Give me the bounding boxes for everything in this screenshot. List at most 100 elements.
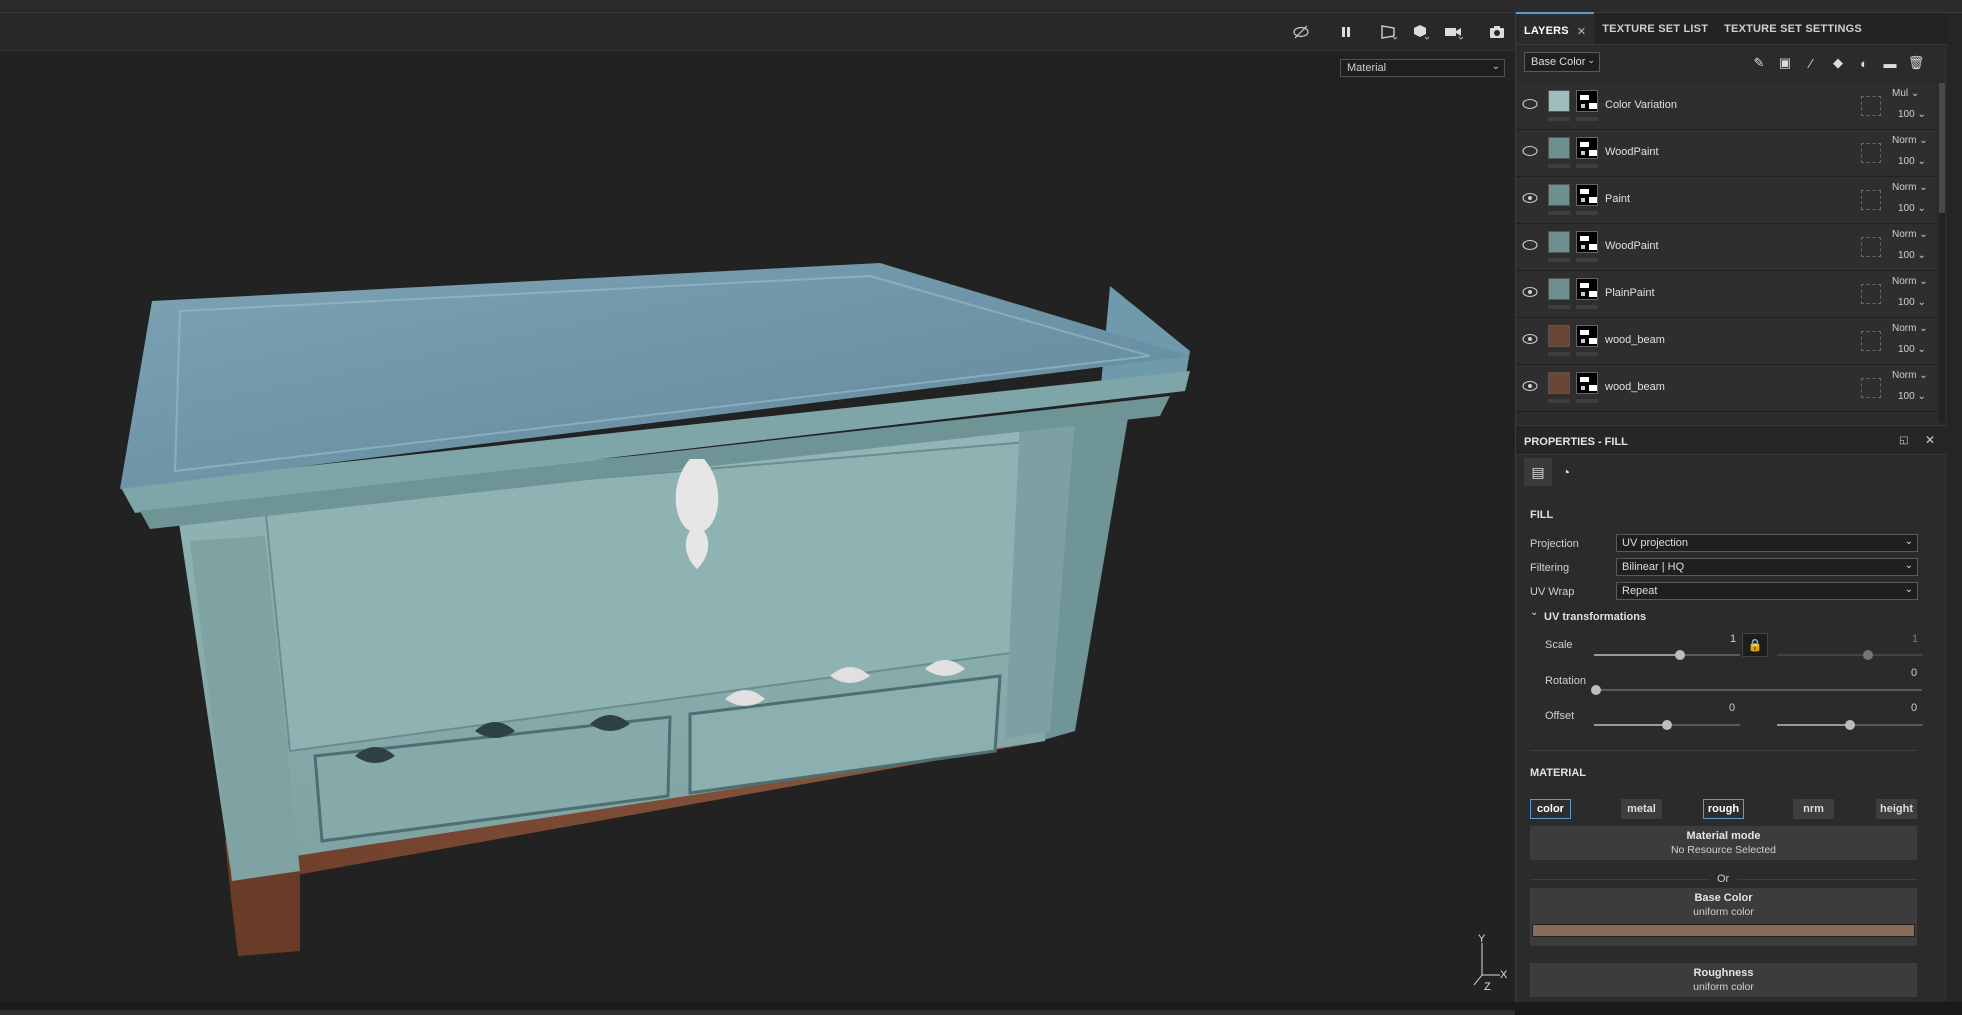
layer-opacity[interactable]: 100 ⌄ <box>1898 109 1926 120</box>
eye-icon[interactable] <box>1522 333 1540 347</box>
layer-name[interactable]: PlainPaint <box>1605 287 1655 299</box>
layer-thumbnail[interactable] <box>1548 278 1570 300</box>
layer-thumbnail[interactable] <box>1548 137 1570 159</box>
layer-effect-slot[interactable] <box>1861 237 1881 257</box>
lock-icon[interactable]: 🔒 <box>1742 633 1768 657</box>
pause-icon[interactable] <box>1335 21 1357 43</box>
tab-layers[interactable]: LAYERS ✕ <box>1516 12 1595 44</box>
add-mask-icon[interactable]: ▣ <box>1775 53 1795 73</box>
layer-row[interactable]: WoodPaint Norm ⌄ 100 ⌄ <box>1516 224 1936 271</box>
viewport-3d[interactable]: Material ⌄ Y X Z <box>0 13 1515 1015</box>
eye-hidden-icon[interactable] <box>1522 239 1540 253</box>
tab-texture-set-settings[interactable]: TEXTURE SET SETTINGS <box>1716 12 1870 44</box>
layer-name[interactable]: WoodPaint <box>1605 240 1659 252</box>
eye-icon[interactable] <box>1522 286 1540 300</box>
layer-opacity[interactable]: 100 ⌄ <box>1898 391 1926 402</box>
layer-thumbnail[interactable] <box>1548 325 1570 347</box>
layer-opacity[interactable]: 100 ⌄ <box>1898 156 1926 167</box>
add-smart-material-icon[interactable]: ◐ <box>1854 53 1874 73</box>
add-fill-layer-icon[interactable]: ◆ <box>1828 53 1848 73</box>
layer-row[interactable]: wood_beam Norm ⌄ 100 ⌄ <box>1516 365 1936 412</box>
base-color-block[interactable]: Base Color uniform color <box>1530 888 1917 946</box>
projection-dropdown[interactable]: UV projection ⌄ <box>1616 534 1918 552</box>
eye-icon[interactable] <box>1522 192 1540 206</box>
perspective-icon[interactable] <box>1378 21 1400 43</box>
cube-icon[interactable] <box>1410 21 1432 43</box>
channel-select[interactable]: Base Color ⌄ <box>1524 52 1600 72</box>
layer-opacity[interactable]: 100 ⌄ <box>1898 250 1926 261</box>
roughness-block[interactable]: Roughness uniform color <box>1530 963 1917 997</box>
channel-rough-button[interactable]: rough <box>1703 799 1744 819</box>
layer-thumbnail[interactable] <box>1548 372 1570 394</box>
tab-texture-set-list[interactable]: TEXTURE SET LIST <box>1594 12 1716 44</box>
layer-opacity[interactable]: 100 ⌄ <box>1898 344 1926 355</box>
uv-transformations-label[interactable]: UV transformations <box>1544 611 1646 623</box>
blend-mode[interactable]: Norm ⌄ <box>1892 135 1928 146</box>
mask-thumbnail[interactable] <box>1576 278 1598 300</box>
eye-hidden-icon[interactable] <box>1522 98 1540 112</box>
mask-thumbnail[interactable] <box>1576 325 1598 347</box>
add-paint-layer-icon[interactable]: ∕ <box>1801 53 1821 73</box>
filtering-dropdown[interactable]: Bilinear | HQ ⌄ <box>1616 558 1918 576</box>
scale-value[interactable]: 1 <box>1730 633 1736 645</box>
layer-name[interactable]: Paint <box>1605 193 1630 205</box>
layer-effect-slot[interactable] <box>1861 284 1881 304</box>
layer-effect-slot[interactable] <box>1861 331 1881 351</box>
mask-thumbnail[interactable] <box>1576 90 1598 112</box>
blend-mode[interactable]: Norm ⌄ <box>1892 323 1928 334</box>
material-mode-block[interactable]: Material mode No Resource Selected <box>1530 826 1917 860</box>
mask-thumbnail[interactable] <box>1576 137 1598 159</box>
blend-mode[interactable]: Norm ⌄ <box>1892 276 1928 287</box>
channel-metal-button[interactable]: metal <box>1621 799 1662 819</box>
layer-thumbnail[interactable] <box>1548 231 1570 253</box>
offset-slider-2[interactable] <box>1777 720 1923 730</box>
undock-icon[interactable]: ◱ <box>1899 435 1908 446</box>
layer-effect-slot[interactable] <box>1861 143 1881 163</box>
blend-mode[interactable]: Norm ⌄ <box>1892 182 1928 193</box>
channel-color-button[interactable]: color <box>1530 799 1571 819</box>
channel-nrm-button[interactable]: nrm <box>1793 799 1834 819</box>
blend-mode[interactable]: Mul ⌄ <box>1892 88 1919 99</box>
add-folder-icon[interactable]: ▬ <box>1880 53 1900 73</box>
offset-value-1[interactable]: 0 <box>1729 702 1735 714</box>
layer-name[interactable]: WoodPaint <box>1605 146 1659 158</box>
layer-row[interactable]: WoodPaint Norm ⌄ 100 ⌄ <box>1516 130 1936 177</box>
fill-settings-tab-icon[interactable]: ▤ <box>1524 458 1552 486</box>
rotation-value[interactable]: 0 <box>1911 667 1917 679</box>
rotation-slider[interactable] <box>1591 685 1922 695</box>
eye-icon[interactable] <box>1522 380 1540 394</box>
blend-mode[interactable]: Norm ⌄ <box>1892 370 1928 381</box>
layer-row[interactable]: PlainPaint Norm ⌄ 100 ⌄ <box>1516 271 1936 318</box>
scale-slider[interactable] <box>1594 650 1740 660</box>
close-icon[interactable]: ✕ <box>1577 25 1586 44</box>
layer-name[interactable]: wood_beam <box>1605 381 1665 393</box>
layer-effect-slot[interactable] <box>1861 378 1881 398</box>
layer-thumbnail[interactable] <box>1548 184 1570 206</box>
mask-thumbnail[interactable] <box>1576 231 1598 253</box>
offset-value-2[interactable]: 0 <box>1911 702 1917 714</box>
layer-thumbnail[interactable] <box>1548 90 1570 112</box>
layer-name[interactable]: wood_beam <box>1605 334 1665 346</box>
layer-opacity[interactable]: 100 ⌄ <box>1898 297 1926 308</box>
layer-row[interactable]: Paint Norm ⌄ 100 ⌄ <box>1516 177 1936 224</box>
uvwrap-dropdown[interactable]: Repeat ⌄ <box>1616 582 1918 600</box>
hide-ui-icon[interactable] <box>1290 21 1312 43</box>
chevron-down-icon[interactable]: ⌄ <box>1530 607 1538 618</box>
layer-opacity[interactable]: 100 ⌄ <box>1898 203 1926 214</box>
layer-name[interactable]: Color Variation <box>1605 99 1677 111</box>
layers-scrollbar[interactable] <box>1939 83 1945 423</box>
layer-row[interactable]: wood_beam Norm ⌄ 100 ⌄ <box>1516 318 1936 365</box>
screenshot-icon[interactable] <box>1486 21 1508 43</box>
offset-slider-1[interactable] <box>1594 720 1740 730</box>
channel-height-button[interactable]: height <box>1876 799 1917 819</box>
material-tab-icon[interactable]: ◔ <box>1552 458 1580 486</box>
eye-hidden-icon[interactable] <box>1522 145 1540 159</box>
layer-effect-slot[interactable] <box>1861 190 1881 210</box>
layer-row[interactable]: Color Variation Mul ⌄ 100 ⌄ <box>1516 83 1936 130</box>
close-properties-icon[interactable]: ✕ <box>1925 433 1935 447</box>
blend-mode[interactable]: Norm ⌄ <box>1892 229 1928 240</box>
mask-thumbnail[interactable] <box>1576 184 1598 206</box>
mask-thumbnail[interactable] <box>1576 372 1598 394</box>
layer-effect-slot[interactable] <box>1861 96 1881 116</box>
delete-icon[interactable]: 🗑 <box>1906 53 1926 73</box>
